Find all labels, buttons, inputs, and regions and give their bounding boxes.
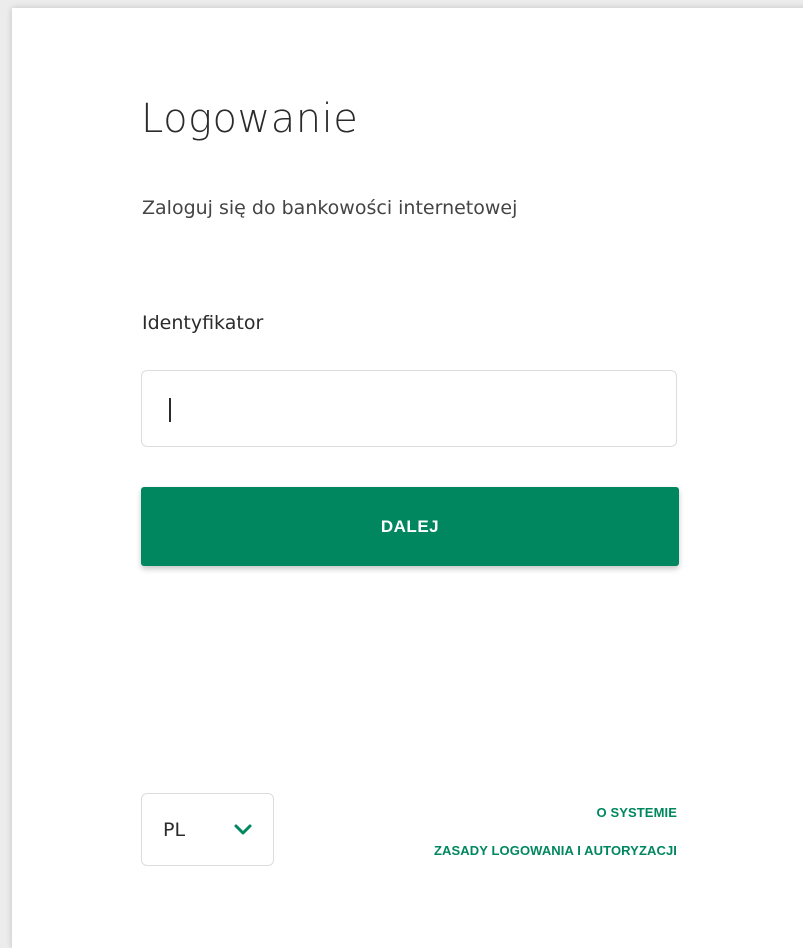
chevron-down-icon	[232, 819, 254, 841]
login-card: Logowanie Zaloguj się do bankowości inte…	[12, 8, 803, 948]
identifier-label: Identyfikator	[142, 312, 264, 334]
page-subtitle: Zaloguj się do bankowości internetowej	[142, 197, 518, 219]
login-rules-link[interactable]: ZASADY LOGOWANIA I AUTORYZACJI	[434, 843, 677, 858]
text-caret	[169, 398, 171, 422]
about-system-link[interactable]: O SYSTEMIE	[597, 805, 677, 820]
identifier-input[interactable]	[142, 371, 676, 446]
next-button[interactable]: DALEJ	[141, 487, 679, 566]
page-title: Logowanie	[141, 96, 359, 142]
identifier-field-wrapper	[141, 370, 677, 447]
language-value: PL	[163, 819, 186, 841]
language-select[interactable]: PL	[141, 793, 274, 866]
